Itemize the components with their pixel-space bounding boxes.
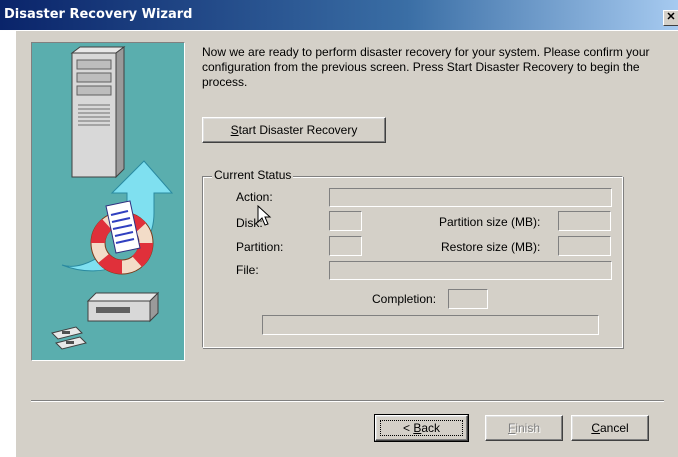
- back-focus-rect: [380, 420, 463, 436]
- action-label: Action:: [236, 190, 273, 204]
- intro-text: Now we are ready to perform disaster rec…: [202, 45, 650, 89]
- close-button[interactable]: ✕: [663, 10, 678, 26]
- partition-field: [329, 236, 362, 256]
- start-button-mnemonic: S: [230, 123, 239, 137]
- finish-button[interactable]: Finish: [485, 415, 563, 441]
- window-left-edge: [0, 30, 16, 457]
- back-button[interactable]: < Back: [374, 414, 469, 442]
- cancel-label: ancel: [599, 421, 629, 435]
- restore-size-label: Restore size (MB):: [441, 240, 541, 254]
- footer-separator-highlight: [31, 401, 664, 402]
- title-bar: Disaster Recovery Wizard ✕: [0, 0, 678, 31]
- current-status-label: Current Status: [212, 168, 294, 182]
- start-button-label: tart Disaster Recovery: [238, 123, 358, 137]
- partition-size-field: [558, 211, 611, 231]
- finish-label: inish: [515, 421, 541, 435]
- partition-label: Partition:: [236, 240, 284, 254]
- server-to-restore-illustration: [51, 46, 174, 350]
- file-field: [329, 261, 612, 280]
- wizard-illustration: [31, 42, 185, 361]
- action-field: [329, 188, 612, 207]
- cancel-button[interactable]: Cancel: [571, 415, 649, 441]
- disk-field: [329, 211, 362, 231]
- window-title: Disaster Recovery Wizard: [4, 7, 193, 22]
- start-disaster-recovery-button[interactable]: Start Disaster Recovery: [202, 117, 386, 143]
- partition-size-label: Partition size (MB):: [439, 215, 541, 229]
- completion-field: [448, 289, 488, 309]
- close-icon: ✕: [666, 11, 676, 23]
- completion-label: Completion:: [372, 292, 437, 306]
- progress-bar: [262, 315, 599, 335]
- mouse-pointer-icon: [257, 205, 272, 226]
- restore-size-field: [558, 236, 611, 256]
- cancel-mnemonic: C: [591, 421, 600, 435]
- file-label: File:: [236, 263, 259, 277]
